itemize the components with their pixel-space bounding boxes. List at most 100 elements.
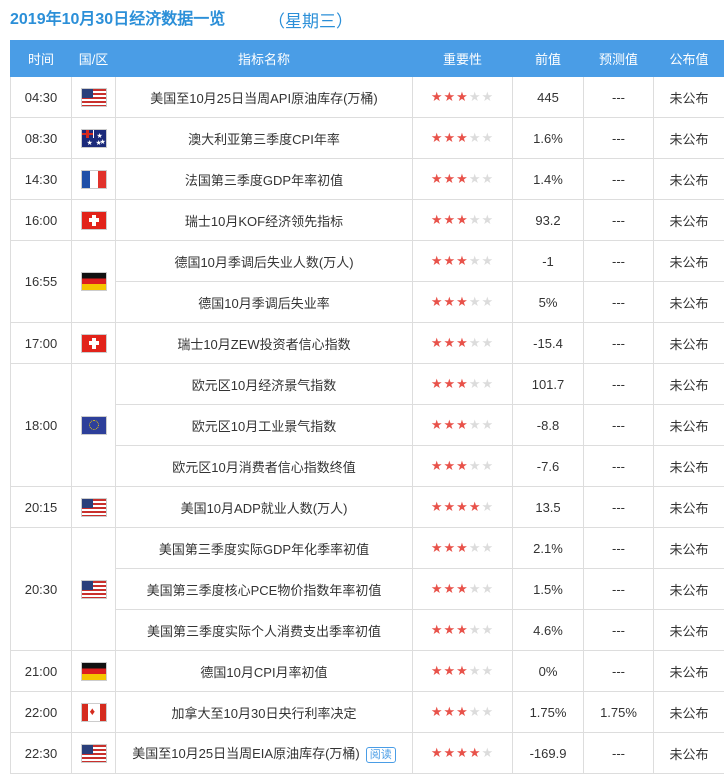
forecast-value: --- [583,650,654,692]
ch-flag-icon [81,334,106,352]
indicator-link[interactable]: 欧元区10月工业景气指数 [192,419,336,434]
previous-value: -8.8 [512,404,584,446]
forecast-value: --- [583,158,654,200]
indicator-name[interactable]: 美国至10月25日当周EIA原油库存(万桶) 阅读 [115,732,413,774]
star-rating-icon: ★★★★★ [430,376,495,391]
importance-rating: ★★★★★ [412,117,513,159]
importance-rating: ★★★★★ [412,281,513,323]
table-row: 22:00加拿大至10月30日央行利率决定★★★★★1.75%1.75%未公布 [10,691,724,733]
table-row: 14:30 法国第三季度GDP年率初值 ★★★★★ 1.4% --- 未公布 [10,158,724,200]
indicator-name[interactable]: 德国10月CPI月率初值 [115,650,413,692]
previous-value: 101.7 [512,363,584,405]
table-row: 德国10月季调后失业率 ★★★★★ 5% --- 未公布 [11,281,724,323]
indicator-link[interactable]: 美国第三季度核心PCE物价指数年率初值 [147,583,382,598]
importance-rating: ★★★★★ [412,445,513,487]
indicator-link[interactable]: 加拿大至10月30日央行利率决定 [172,706,357,721]
indicator-link[interactable]: 美国10月ADP就业人数(万人) [181,501,348,516]
indicator-name[interactable]: 瑞士10月KOF经济领先指标 [115,199,413,241]
event-time: 20:30 [10,527,72,651]
forecast-value: --- [583,486,654,528]
forecast-value: --- [583,363,654,405]
previous-value: -169.9 [512,732,584,774]
forecast-value: --- [583,281,654,323]
indicator-name[interactable]: 欧元区10月工业景气指数 [115,404,413,446]
actual-value: 未公布 [653,404,724,446]
table-row: 22:30 美国至10月25日当周EIA原油库存(万桶) 阅读 ★★★★★ -169.9… [10,732,724,774]
actual-value: 未公布 [653,650,724,692]
table-row: 18:00 欧元区10月经济景气指数 ★★★★★ 101.7 --- 未公布 [10,363,724,487]
indicator-link[interactable]: 德国10月季调后失业人数(万人) [174,255,353,270]
actual-value: 未公布 [653,486,724,528]
importance-rating: ★★★★★ [412,158,513,200]
forecast-value: --- [583,76,654,118]
indicator-link[interactable]: 美国第三季度实际个人消费支出季率初值 [147,624,381,639]
us-flag-icon [81,498,106,516]
star-rating-icon: ★★★★★ [430,417,495,432]
col-header-actual: 公布值 [653,40,724,77]
table-row: 美国第三季度核心PCE物价指数年率初值 ★★★★★ 1.5% --- 未公布 [11,568,724,610]
star-rating-icon: ★★★★★ [430,130,495,145]
event-time: 16:00 [10,199,72,241]
col-header-time: 时间 [10,40,72,77]
fr-flag-icon [81,170,106,188]
actual-value: 未公布 [653,609,724,651]
indicator-name[interactable]: 欧元区10月消费者信心指数终值 [115,445,413,487]
indicator-name[interactable]: 德国10月季调后失业率 [115,281,413,323]
forecast-value: --- [583,732,654,774]
country-cell [71,199,116,241]
indicator-name[interactable]: 美国第三季度实际GDP年化季率初值 [115,527,413,569]
indicator-name[interactable]: 欧元区10月经济景气指数 [115,363,413,405]
importance-rating: ★★★★★ [412,363,513,405]
indicator-link[interactable]: 法国第三季度GDP年率初值 [185,173,343,188]
star-rating-icon: ★★★★★ [430,540,495,555]
indicator-name[interactable]: 美国10月ADP就业人数(万人) [115,486,413,528]
star-rating-icon: ★★★★★ [430,499,495,514]
indicator-link[interactable]: 澳大利亚第三季度CPI年率 [188,132,340,147]
de-flag-icon [81,662,106,680]
importance-rating: ★★★★★ [412,76,513,118]
indicator-link[interactable]: 美国第三季度实际GDP年化季率初值 [159,542,369,557]
importance-rating: ★★★★★ [412,240,513,282]
col-header-previous: 前值 [512,40,584,77]
indicator-name[interactable]: 美国第三季度核心PCE物价指数年率初值 [115,568,413,610]
indicator-link[interactable]: 德国10月CPI月率初值 [200,665,327,680]
event-time: 20:15 [10,486,72,528]
indicator-link[interactable]: 欧元区10月经济景气指数 [192,378,336,393]
eu-flag-icon [81,416,106,434]
indicator-link[interactable]: 欧元区10月消费者信心指数终值 [172,460,355,475]
indicator-link[interactable]: 德国10月季调后失业率 [198,296,329,311]
col-header-importance: 重要性 [412,40,513,77]
country-cell [71,322,116,364]
indicator-link[interactable]: 美国至10月25日当周EIA原油库存(万桶) [132,746,360,761]
read-tag-button[interactable]: 阅读 [365,747,396,763]
star-rating-icon: ★★★★★ [430,294,495,309]
us-flag-icon [81,88,106,106]
indicator-link[interactable]: 瑞士10月ZEW投资者信心指数 [177,337,350,352]
event-time: 14:30 [10,158,72,200]
indicator-link[interactable]: 瑞士10月KOF经济领先指标 [185,214,343,229]
importance-rating: ★★★★★ [412,568,513,610]
forecast-value: --- [583,117,654,159]
indicator-name[interactable]: 法国第三季度GDP年率初值 [115,158,413,200]
indicator-name[interactable]: 美国至10月25日当周API原油库存(万桶) [115,76,413,118]
country-cell [71,486,116,528]
indicator-link[interactable]: 美国至10月25日当周API原油库存(万桶) [150,91,378,106]
event-time: 04:30 [10,76,72,118]
event-time: 18:00 [10,363,72,487]
actual-value: 未公布 [653,240,724,282]
indicator-name[interactable]: 瑞士10月ZEW投资者信心指数 [115,322,413,364]
indicator-name[interactable]: 美国第三季度实际个人消费支出季率初值 [115,609,413,651]
page-title: 2019年10月30日经济数据一览 [10,11,226,28]
actual-value: 未公布 [653,527,724,569]
previous-value: 2.1% [512,527,584,569]
actual-value: 未公布 [653,568,724,610]
previous-value: 93.2 [512,199,584,241]
indicator-name[interactable]: 澳大利亚第三季度CPI年率 [115,117,413,159]
table-body: 04:30 美国至10月25日当周API原油库存(万桶) ★★★★★ 445 --- 未公… [10,76,724,774]
actual-value: 未公布 [653,322,724,364]
importance-rating: ★★★★★ [412,322,513,364]
event-time: 21:00 [10,650,72,692]
ch-flag-icon [81,211,106,229]
indicator-name[interactable]: 德国10月季调后失业人数(万人) [115,240,413,282]
indicator-name[interactable]: 加拿大至10月30日央行利率决定 [115,691,413,733]
